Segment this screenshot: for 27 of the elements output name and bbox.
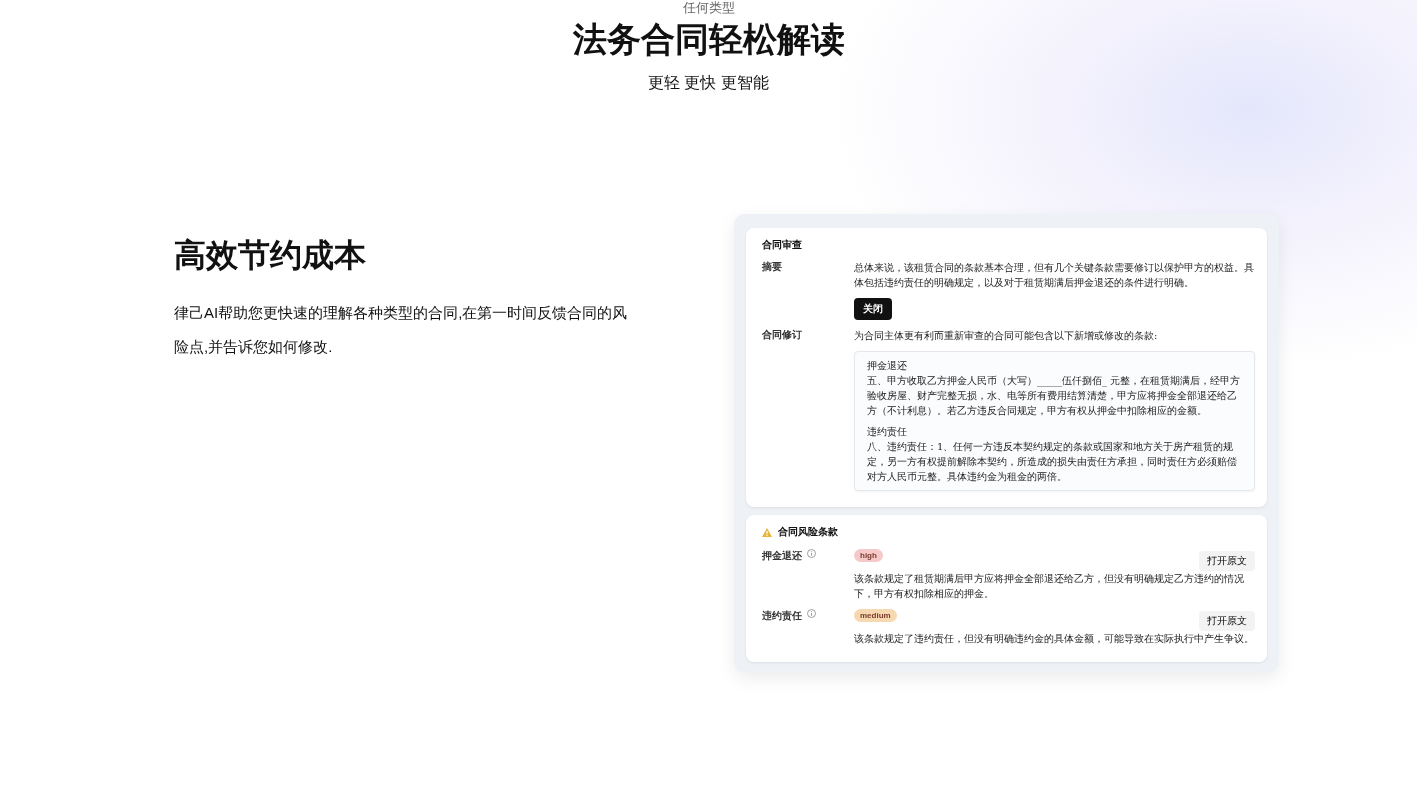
feature-description: 律己AI帮助您更快速的理解各种类型的合同,在第一时间反馈合同的风险点,并告诉您如何修改.: [174, 303, 629, 357]
revision-intro: 为合同主体更有利而重新审查的合同可能包含以下新增或修改的条款:: [854, 329, 1159, 343]
field-label: 摘要: [762, 260, 783, 274]
risk-level-tag: medium: [854, 609, 897, 622]
open-original-button[interactable]: 打开原文: [1199, 551, 1255, 571]
eyebrow-text: 任何类型: [682, 0, 735, 15]
risk-level-tag: high: [854, 549, 883, 562]
hero-title: 法务合同轻松解读: [572, 19, 845, 59]
summary-text: 总体来说，该租赁合同的条款基本合理，但有几个关键条款需要修订以保护甲方的权益。具体包括违约责任的明确规定，以及对于租赁期满后押金退还的条件进行明确。: [854, 261, 1255, 290]
field-label: 违约责任: [762, 609, 802, 623]
info-icon[interactable]: [807, 609, 816, 618]
field-label: 合同修订: [762, 328, 803, 342]
clause-text: 八、违约责任：1、任何一方违反本契约规定的条款或国家和地方关于房产租赁的规定，另一方有权提前解除本契约，所造成的损失由责任方承担，同时责任方必须赔偿对方人民币元整。具体违约金为租金的两倍。: [867, 440, 1238, 484]
info-icon[interactable]: [807, 549, 816, 558]
close-button[interactable]: 关闭: [854, 298, 892, 320]
risk-description: 该条款规定了违约责任，但没有明确违约金的具体金额，可能导致在实际执行中产生争议。: [854, 632, 1255, 646]
panel-title: 合同审查: [762, 238, 803, 252]
open-original-button[interactable]: 打开原文: [1199, 611, 1255, 631]
panel-title: 合同风险条款: [778, 525, 838, 539]
clause-title: 违约责任: [867, 425, 908, 439]
risk-description: 该条款规定了租赁期满后甲方应将押金全部退还给乙方，但没有明确规定乙方违约的情况下，甲方有权扣除相应的押金。: [854, 572, 1245, 601]
warning-icon: [762, 527, 772, 537]
feature-heading: 高效节约成本: [174, 236, 367, 275]
hero-subtitle: 更轻 更快 更智能: [648, 73, 769, 93]
clause-title: 押金退还: [867, 359, 908, 373]
clause-text: 五、甲方收取乙方押金人民币（大写）_____伍仟捌佰_ 元整，在租赁期满后，经甲方验收房屋、财产完整无损，水、电等所有费用结算清楚，甲方应将押金全部退还给乙方（不计利息）。若乙方违反合同规定，甲方有权从押金中扣除相应的金额。: [867, 374, 1242, 418]
field-label: 押金退还: [762, 549, 802, 563]
